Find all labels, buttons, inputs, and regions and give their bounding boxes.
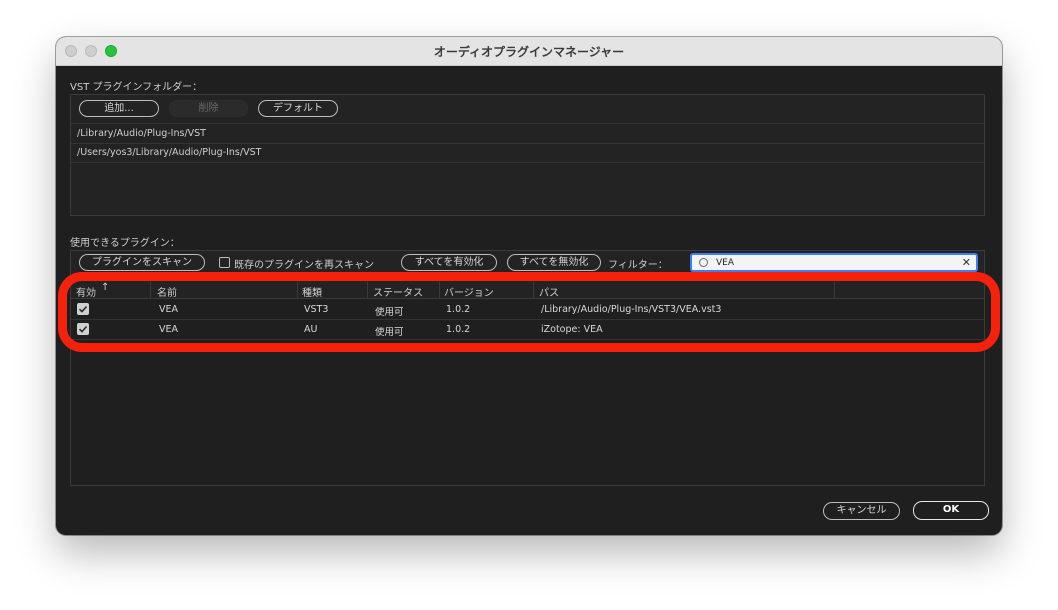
window-title: オーディオプラグインマネージャー (433, 45, 625, 59)
plugin-name: VEA (159, 304, 178, 315)
plugin-status: 使用可 (375, 327, 404, 338)
delete-folder-button[interactable]: 削除 (169, 100, 248, 117)
filter-label: フィルター： (608, 260, 668, 271)
filter-input-value: VEA (716, 258, 734, 268)
available-plugins-label: 使用できるプラグイン： (70, 238, 180, 249)
plugin-path: iZotope: VEA (541, 324, 603, 335)
rescan-existing-checkbox[interactable] (219, 257, 230, 268)
ok-button[interactable]: OK (913, 501, 989, 520)
title-bar: オーディオプラグインマネージャー (56, 37, 1002, 66)
plugin-status: 使用可 (375, 307, 404, 318)
plugin-name: VEA (159, 324, 178, 335)
folder-path-row[interactable]: /Users/yos3/Library/Audio/Plug-Ins/VST (77, 147, 261, 158)
plugin-type: VST3 (304, 304, 329, 315)
plugin-version: 1.0.2 (446, 304, 471, 315)
plugins-panel: プラグインをスキャン 既存のプラグインを再スキャン すべてを有効化 すべてを無効… (70, 250, 985, 486)
folder-path-row[interactable]: /Library/Audio/Plug-Ins/VST (77, 128, 206, 139)
vst-folders-panel: 追加... 削除 デフォルト /Library/Audio/Plug-Ins/V… (70, 94, 985, 216)
sort-ascending-icon: ↑ (101, 282, 110, 293)
disable-all-button[interactable]: すべてを無効化 (507, 254, 601, 271)
column-header-version[interactable]: バージョン (444, 284, 494, 299)
rescan-existing-label: 既存のプラグインを再スキャン (234, 260, 374, 271)
add-folder-button[interactable]: 追加... (79, 100, 159, 117)
clear-filter-icon[interactable]: ✕ (962, 256, 971, 269)
table-row[interactable]: VEA VST3 使用可 1.0.2 /Library/Audio/Plug-I… (71, 300, 984, 320)
vst-folders-label: VST プラグインフォルダー： (70, 82, 203, 93)
cancel-button[interactable]: キャンセル (823, 502, 900, 520)
plugin-type: AU (304, 324, 318, 335)
column-header-enabled[interactable]: 有効 (76, 284, 96, 299)
table-row[interactable]: VEA AU 使用可 1.0.2 iZotope: VEA (71, 320, 984, 340)
filter-search-input[interactable]: VEA ✕ (690, 253, 978, 272)
search-icon (699, 258, 708, 267)
column-header-type[interactable]: 種類 (302, 284, 322, 299)
enabled-checkbox[interactable] (77, 323, 89, 335)
column-header-status[interactable]: ステータス (373, 284, 423, 299)
column-header-path[interactable]: パス (539, 284, 559, 299)
table-header: 有効 ↑ 名前 種類 ステータス バージョン パス (71, 282, 984, 299)
default-folders-button[interactable]: デフォルト (258, 100, 338, 117)
enable-all-button[interactable]: すべてを有効化 (401, 254, 497, 271)
column-header-name[interactable]: 名前 (157, 284, 177, 299)
plugin-path: /Library/Audio/Plug-Ins/VST3/VEA.vst3 (541, 304, 722, 315)
plugin-manager-window: オーディオプラグインマネージャー VST プラグインフォルダー： 追加... 削… (56, 37, 1002, 535)
plugins-table: 有効 ↑ 名前 種類 ステータス バージョン パス VEA VST3 使用可 1… (71, 282, 984, 485)
enabled-checkbox[interactable] (77, 303, 89, 315)
scan-plugins-button[interactable]: プラグインをスキャン (79, 254, 205, 271)
plugin-version: 1.0.2 (446, 324, 471, 335)
